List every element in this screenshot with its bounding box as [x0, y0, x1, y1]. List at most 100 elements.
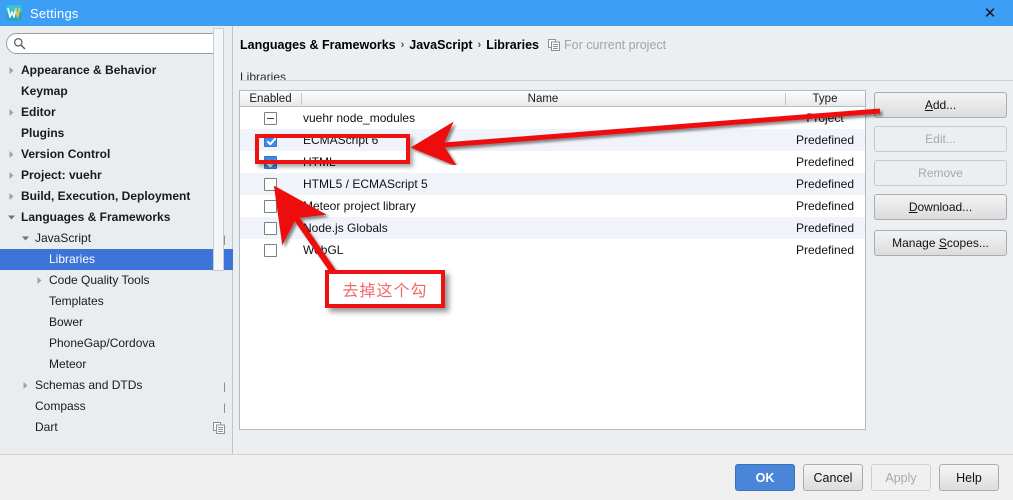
- sidebar-item-label: Schemas and DTDs: [35, 378, 143, 392]
- table-row[interactable]: HTML Predefined: [240, 151, 865, 173]
- cancel-button[interactable]: Cancel: [803, 464, 863, 491]
- sidebar-item-appearance-behavior[interactable]: Appearance & Behavior: [0, 60, 233, 81]
- breadcrumb-scope-label: For current project: [564, 38, 667, 52]
- sidebar-item-project-vuehr[interactable]: Project: vuehr: [0, 165, 233, 186]
- cell-library-type: Predefined: [795, 177, 855, 191]
- sidebar-item-compass[interactable]: Compass: [0, 396, 233, 417]
- sidebar-item-meteor[interactable]: Meteor: [0, 354, 233, 375]
- chevron-down-icon[interactable]: [20, 233, 31, 244]
- section-caption: Libraries: [240, 70, 293, 84]
- sidebar-item-label: Libraries: [49, 252, 96, 266]
- sidebar-item-editor[interactable]: Editor: [0, 102, 233, 123]
- chevron-down-icon[interactable]: [6, 212, 17, 223]
- column-header-name[interactable]: Name: [301, 91, 785, 107]
- sidebar-item-label: Build, Execution, Deployment: [21, 189, 191, 203]
- cell-library-name: HTML: [303, 155, 336, 169]
- cell-enabled: [240, 221, 301, 235]
- library-enabled-checkbox[interactable]: [264, 221, 277, 235]
- sidebar-item-label: Bower: [49, 315, 84, 329]
- cell-library-name: HTML5 / ECMAScript 5: [303, 177, 428, 191]
- sidebar-item-bower[interactable]: Bower: [0, 312, 233, 333]
- breadcrumb-separator: ›: [400, 39, 405, 51]
- sidebar-scrollbar-track[interactable]: [213, 28, 224, 418]
- column-header-enabled[interactable]: Enabled: [240, 91, 301, 107]
- library-enabled-checkbox[interactable]: [264, 243, 277, 257]
- cell-library-type: Predefined: [795, 155, 855, 169]
- library-enabled-checkbox[interactable]: [264, 111, 277, 125]
- button-label: Manage Scopes...: [892, 236, 989, 250]
- chevron-right-icon[interactable]: [6, 65, 17, 76]
- window-titlebar: Settings ✕: [0, 0, 1013, 26]
- cell-library-type: Predefined: [795, 243, 855, 257]
- copy-settings-icon[interactable]: [213, 421, 225, 434]
- cell-library-name: WebGL: [303, 243, 344, 257]
- sidebar-item-label: JavaScript: [35, 231, 92, 245]
- chevron-right-icon[interactable]: [6, 107, 17, 118]
- sidebar-item-build-execution-deployment[interactable]: Build, Execution, Deployment: [0, 186, 233, 207]
- table-header-row: Enabled Name Type: [240, 91, 865, 107]
- cell-enabled: [240, 111, 301, 125]
- sidebar-item-plugins[interactable]: Plugins: [0, 123, 233, 144]
- table-row[interactable]: ECMAScript 6 Predefined: [240, 129, 865, 151]
- sidebar-item-label: Meteor: [49, 357, 87, 371]
- sidebar-item-label: Languages & Frameworks: [21, 210, 171, 224]
- manage-scopes-button[interactable]: Manage Scopes...: [874, 230, 1007, 256]
- dialog-button-row: OK Cancel Apply Help: [735, 464, 999, 491]
- library-action-buttons: Add... Edit... Remove Download... Manage Sco…: [874, 92, 1007, 264]
- chevron-right-icon[interactable]: [34, 275, 45, 286]
- table-row[interactable]: vuehr node_modules Project: [240, 107, 865, 129]
- library-enabled-checkbox[interactable]: [264, 177, 277, 191]
- libraries-table-panel: Enabled Name Type vuehr node_modules Proj…: [239, 90, 866, 430]
- settings-sidebar: Appearance & Behavior Keymap Editor Plugins…: [0, 26, 233, 454]
- ok-button[interactable]: OK: [735, 464, 795, 491]
- breadcrumb-part-0[interactable]: Languages & Frameworks: [240, 38, 396, 52]
- column-header-type[interactable]: Type: [785, 91, 865, 107]
- sidebar-item-schemas-and-dtds[interactable]: Schemas and DTDs: [0, 375, 233, 396]
- button-label: Add...: [924, 98, 957, 112]
- add-button[interactable]: Add...: [874, 92, 1007, 118]
- apply-button: Apply: [871, 464, 931, 491]
- sidebar-item-languages-frameworks[interactable]: Languages & Frameworks: [0, 207, 233, 228]
- settings-content: Appearance & Behavior Keymap Editor Plugins…: [0, 26, 1013, 454]
- sidebar-item-keymap[interactable]: Keymap: [0, 81, 233, 102]
- table-row[interactable]: Node.js Globals Predefined: [240, 217, 865, 239]
- sidebar-item-templates[interactable]: Templates: [0, 291, 233, 312]
- cell-library-name: Meteor project library: [303, 199, 416, 213]
- copy-settings-icon[interactable]: [548, 39, 560, 51]
- download-button[interactable]: Download...: [874, 194, 1007, 220]
- sidebar-item-label: Keymap: [21, 84, 68, 98]
- sidebar-item-libraries[interactable]: Libraries: [0, 249, 233, 270]
- cell-enabled: [240, 243, 301, 257]
- search-field-wrapper: [6, 33, 224, 54]
- library-enabled-checkbox[interactable]: [264, 155, 277, 169]
- table-row[interactable]: HTML5 / ECMAScript 5 Predefined: [240, 173, 865, 195]
- breadcrumb-scope-note: For current project: [548, 38, 666, 52]
- sidebar-item-dart[interactable]: Dart: [0, 417, 233, 438]
- window-title: Settings: [30, 5, 79, 21]
- search-input[interactable]: [6, 33, 224, 54]
- cell-library-type: Predefined: [795, 199, 855, 213]
- chevron-right-icon[interactable]: [6, 191, 17, 202]
- library-enabled-checkbox[interactable]: [264, 199, 277, 213]
- sidebar-item-label: Plugins: [21, 126, 65, 140]
- chevron-right-icon[interactable]: [6, 149, 17, 160]
- cell-enabled: [240, 199, 301, 213]
- close-icon[interactable]: ✕: [967, 0, 1013, 26]
- table-row[interactable]: Meteor project library Predefined: [240, 195, 865, 217]
- sidebar-scrollbar-thumb[interactable]: [213, 28, 224, 271]
- breadcrumb-part-2[interactable]: Libraries: [486, 38, 539, 52]
- sidebar-item-label: Compass: [35, 399, 86, 413]
- help-button[interactable]: Help: [939, 464, 999, 491]
- sidebar-item-phonegap-cordova[interactable]: PhoneGap/Cordova: [0, 333, 233, 354]
- chevron-right-icon[interactable]: [6, 170, 17, 181]
- cell-library-name: Node.js Globals: [303, 221, 388, 235]
- cell-library-type: Predefined: [795, 221, 855, 235]
- sidebar-item-version-control[interactable]: Version Control: [0, 144, 233, 165]
- table-row[interactable]: WebGL Predefined: [240, 239, 865, 261]
- breadcrumb-part-1[interactable]: JavaScript: [409, 38, 472, 52]
- sidebar-item-javascript[interactable]: JavaScript: [0, 228, 233, 249]
- chevron-right-icon[interactable]: [20, 380, 31, 391]
- breadcrumb-separator: ›: [477, 39, 482, 51]
- library-enabled-checkbox[interactable]: [264, 133, 277, 147]
- sidebar-item-code-quality-tools[interactable]: Code Quality Tools: [0, 270, 233, 291]
